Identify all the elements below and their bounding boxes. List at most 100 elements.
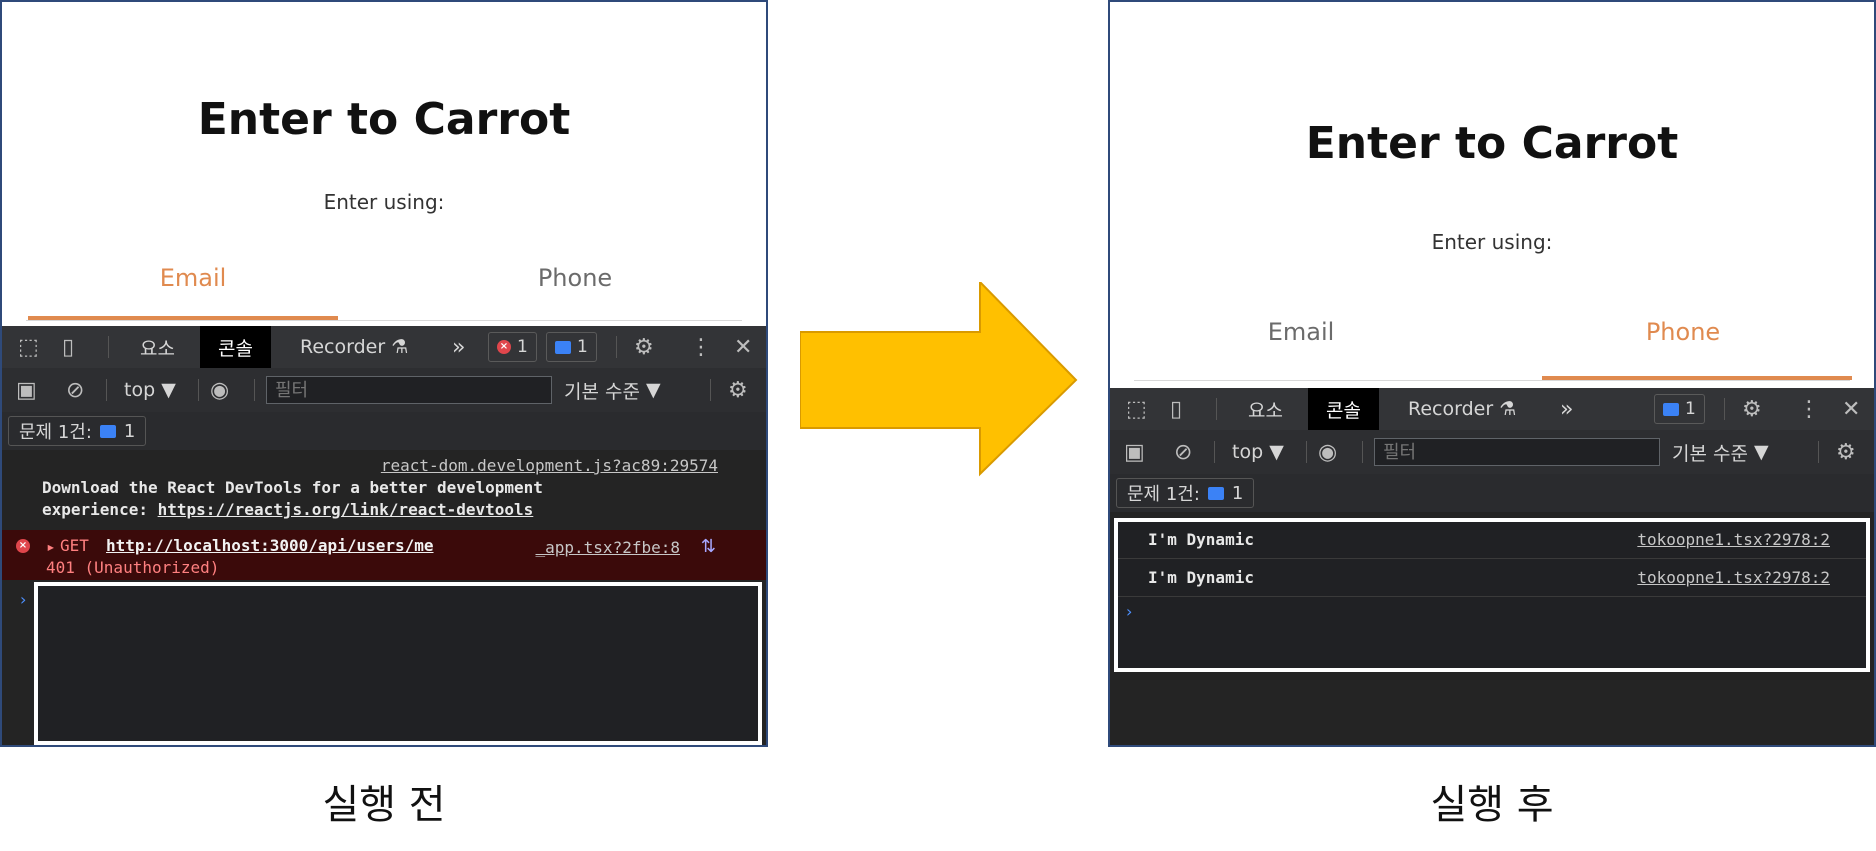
toolbar-divider bbox=[108, 336, 109, 358]
toolbar-divider bbox=[1362, 441, 1363, 463]
tab-recorder-label: Recorder bbox=[300, 336, 386, 358]
context-selector[interactable]: top ▼ bbox=[1232, 430, 1284, 474]
message-counter[interactable]: 1 bbox=[546, 326, 597, 368]
log-source-link[interactable]: tokoopne1.tsx?2978:2 bbox=[1637, 568, 1830, 587]
device-toolbar-icon[interactable]: ▯ bbox=[1170, 388, 1182, 430]
toolbar-divider bbox=[254, 379, 255, 401]
toolbar-divider bbox=[1214, 441, 1215, 463]
log-message: I'm Dynamic bbox=[1148, 568, 1254, 587]
inspect-element-icon[interactable]: ⬚ bbox=[18, 326, 39, 368]
toolbar-divider bbox=[198, 379, 199, 401]
tab-email[interactable]: Email bbox=[1110, 308, 1492, 356]
error-log-row: × ▸ GET http://localhost:3000/api/users/… bbox=[2, 530, 766, 580]
console-output-highlight: I'm Dynamic tokoopne1.tsx?2978:2 I'm Dyn… bbox=[1114, 518, 1870, 672]
context-selector[interactable]: top ▼ bbox=[124, 368, 176, 412]
toolbar-divider bbox=[1216, 398, 1217, 420]
error-icon: × bbox=[16, 539, 30, 553]
tab-recorder[interactable]: Recorder ⚗ bbox=[300, 326, 408, 368]
filter-input[interactable] bbox=[1374, 438, 1660, 466]
tab-divider bbox=[26, 320, 742, 321]
filter-wrapper bbox=[1374, 430, 1660, 474]
log-message-prefix: experience: bbox=[42, 500, 148, 519]
flask-icon: ⚗ bbox=[1499, 398, 1517, 420]
log-level-selector[interactable]: 기본 수준 ▼ bbox=[564, 368, 661, 412]
tab-email[interactable]: Email bbox=[2, 254, 384, 302]
console-toolbar: ▣ ⊘ top ▼ ◉ 기본 수준 ▼ ⚙ bbox=[1110, 430, 1874, 475]
issues-count: 1 bbox=[1231, 482, 1244, 504]
error-source-link[interactable]: _app.tsx?2fbe:8 bbox=[536, 538, 681, 557]
devtools-panel: ⬚ ▯ 요소 콘솔 Recorder ⚗ » × 1 1 ⚙ ⋮ ✕ ▣ ⊘ to… bbox=[2, 326, 766, 745]
sidebar-toggle-icon[interactable]: ▣ bbox=[1124, 430, 1145, 474]
page-subtitle: Enter using: bbox=[323, 190, 445, 214]
devtools-panel: ⬚ ▯ 요소 콘솔 Recorder ⚗ » 1 ⚙ ⋮ ✕ ▣ ⊘ top ▼… bbox=[1110, 388, 1874, 745]
devtools-main-toolbar: ⬚ ▯ 요소 콘솔 Recorder ⚗ » 1 ⚙ ⋮ ✕ bbox=[1110, 388, 1874, 431]
transition-arrow-icon bbox=[800, 282, 1078, 477]
page-subtitle: Enter using: bbox=[1431, 230, 1553, 254]
login-method-tabs: Email Phone bbox=[2, 254, 766, 334]
more-tabs-icon[interactable]: » bbox=[1560, 388, 1573, 430]
log-row: I'm Dynamic tokoopne1.tsx?2978:2 bbox=[1118, 522, 1866, 559]
dropdown-arrow-icon: ▼ bbox=[1754, 441, 1769, 463]
tab-phone[interactable]: Phone bbox=[1492, 308, 1874, 356]
gear-icon[interactable]: ⚙ bbox=[1742, 388, 1762, 430]
tab-console[interactable]: 콘솔 bbox=[1308, 388, 1379, 430]
console-input-highlight[interactable] bbox=[34, 582, 762, 745]
message-counter[interactable]: 1 bbox=[1654, 388, 1705, 430]
network-request-icon[interactable]: ⇅ bbox=[701, 536, 716, 557]
sidebar-toggle-icon[interactable]: ▣ bbox=[16, 368, 37, 412]
message-count: 1 bbox=[1685, 399, 1696, 419]
toolbar-divider bbox=[1724, 398, 1725, 420]
toolbar-divider bbox=[1818, 441, 1819, 463]
response-status: 401 (Unauthorized) bbox=[46, 558, 220, 577]
log-level-value: 기본 수준 bbox=[1672, 442, 1748, 465]
log-message: I'm Dynamic bbox=[1148, 530, 1254, 549]
console-prompt-icon[interactable]: › bbox=[1126, 602, 1132, 621]
console-settings-icon[interactable]: ⚙ bbox=[728, 368, 748, 412]
react-devtools-link[interactable]: https://reactjs.org/link/react-devtools bbox=[158, 500, 534, 519]
tab-console[interactable]: 콘솔 bbox=[200, 326, 271, 368]
context-value: top bbox=[124, 379, 156, 401]
log-row: I'm Dynamic tokoopne1.tsx?2978:2 bbox=[1118, 560, 1866, 597]
close-icon[interactable]: ✕ bbox=[1842, 388, 1860, 430]
issues-label: 문제 1건: bbox=[1127, 484, 1200, 505]
console-settings-icon[interactable]: ⚙ bbox=[1836, 430, 1856, 474]
log-source-link[interactable]: tokoopne1.tsx?2978:2 bbox=[1637, 530, 1830, 549]
tab-recorder-label: Recorder bbox=[1408, 398, 1494, 420]
device-toolbar-icon[interactable]: ▯ bbox=[62, 326, 74, 368]
tab-elements[interactable]: 요소 bbox=[140, 326, 175, 368]
error-icon: × bbox=[497, 340, 511, 354]
close-icon[interactable]: ✕ bbox=[734, 326, 752, 368]
clear-console-icon[interactable]: ⊘ bbox=[66, 368, 84, 412]
request-url-link[interactable]: http://localhost:3000/api/users/me bbox=[106, 536, 434, 555]
issues-chip[interactable]: 문제 1건: 1 bbox=[1116, 474, 1255, 512]
log-message-continued: experience: https://reactjs.org/link/rea… bbox=[42, 500, 533, 519]
dropdown-arrow-icon: ▼ bbox=[1269, 441, 1284, 463]
tab-phone[interactable]: Phone bbox=[384, 254, 766, 302]
dropdown-arrow-icon: ▼ bbox=[161, 379, 176, 401]
toolbar-divider bbox=[616, 336, 617, 358]
error-counter[interactable]: × 1 bbox=[488, 326, 537, 368]
eye-icon[interactable]: ◉ bbox=[1318, 430, 1337, 474]
gear-icon[interactable]: ⚙ bbox=[634, 326, 654, 368]
issues-chip[interactable]: 문제 1건: 1 bbox=[8, 412, 147, 450]
after-caption: 실행 후 bbox=[1430, 782, 1554, 828]
clear-console-icon[interactable]: ⊘ bbox=[1174, 430, 1192, 474]
tab-recorder[interactable]: Recorder ⚗ bbox=[1408, 388, 1516, 430]
kebab-menu-icon[interactable]: ⋮ bbox=[690, 326, 712, 368]
inspect-element-icon[interactable]: ⬚ bbox=[1126, 388, 1147, 430]
message-icon bbox=[99, 424, 116, 438]
eye-icon[interactable]: ◉ bbox=[210, 368, 229, 412]
tab-elements[interactable]: 요소 bbox=[1248, 388, 1283, 430]
filter-wrapper bbox=[266, 368, 552, 412]
expand-triangle-icon[interactable]: ▸ bbox=[46, 537, 56, 556]
log-level-selector[interactable]: 기본 수준 ▼ bbox=[1672, 430, 1769, 474]
request-method: GET bbox=[60, 536, 89, 555]
filter-input[interactable] bbox=[266, 376, 552, 404]
more-tabs-icon[interactable]: » bbox=[452, 326, 465, 368]
console-prompt-icon: › bbox=[20, 590, 27, 609]
log-source-link[interactable]: react-dom.development.js?ac89:29574 bbox=[381, 456, 718, 475]
toolbar-divider bbox=[710, 379, 711, 401]
log-level-value: 기본 수준 bbox=[564, 380, 640, 403]
issues-bar: 문제 1건: 1 bbox=[1110, 474, 1874, 513]
kebab-menu-icon[interactable]: ⋮ bbox=[1798, 388, 1820, 430]
